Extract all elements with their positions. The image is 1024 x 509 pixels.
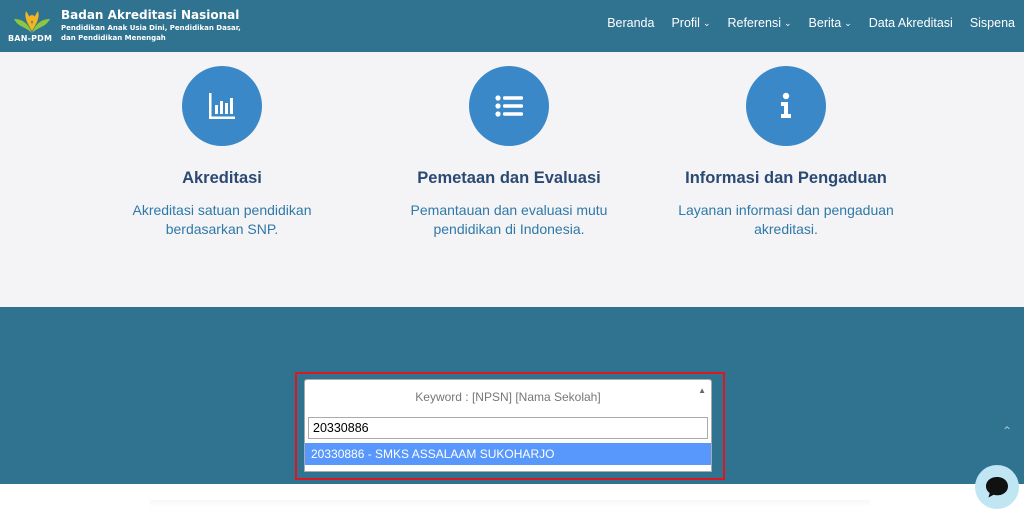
main-nav: Beranda Profil ⌄ Referensi ⌄ Berita ⌄ Data … xyxy=(590,16,1015,30)
content-card-edge xyxy=(150,500,870,508)
feature-description: Layanan informasi dan pengaduan akredita… xyxy=(678,202,894,237)
feature-icon-circle xyxy=(469,66,549,146)
feature-description: Pemantauan dan evaluasi mutu pendidikan … xyxy=(410,202,608,237)
nav-referensi[interactable]: Referensi ⌄ xyxy=(727,16,791,30)
nav-berita[interactable]: Berita ⌄ xyxy=(809,16,852,30)
site-title: Badan Akreditasi Nasional xyxy=(61,8,240,22)
header: BAN-PDM Badan Akreditasi Nasional Pendid… xyxy=(0,0,1024,52)
feature-akreditasi: Akreditasi Akreditasi satuan pendidikan … xyxy=(92,52,352,239)
brand[interactable]: BAN-PDM Badan Akreditasi Nasional Pendid… xyxy=(8,7,258,47)
select-dropdown: 20330886 - SMKS ASSALAAM SUKOHARJO xyxy=(304,413,712,472)
site-subtitle: Pendidikan Anak Usia Dini, Pendidikan Da… xyxy=(61,24,241,42)
features-section: Akreditasi Akreditasi satuan pendidikan … xyxy=(0,52,1024,307)
nav-sispena[interactable]: Sispena xyxy=(970,16,1015,30)
feature-icon-circle xyxy=(746,66,826,146)
feature-informasi: Informasi dan Pengaduan Layanan informas… xyxy=(656,52,916,239)
chevron-down-icon: ⌄ xyxy=(844,18,852,28)
ban-pdm-logo: BAN-PDM xyxy=(8,7,56,47)
search-section: Keyword : [NPSN] [Nama Sekolah] ▲ 203308… xyxy=(0,307,1024,484)
logo-text: BAN-PDM xyxy=(8,34,53,43)
bar-chart-icon xyxy=(209,93,235,119)
feature-description: Akreditasi satuan pendidikan berdasarkan… xyxy=(132,202,312,237)
chevron-down-icon: ⌄ xyxy=(783,18,792,28)
caret-up-icon: ▲ xyxy=(698,386,706,395)
search-input[interactable] xyxy=(308,417,708,439)
scroll-to-top-icon[interactable]: ⌃ xyxy=(1002,424,1012,438)
feature-title: Informasi dan Pengaduan xyxy=(685,169,887,187)
school-search-select[interactable]: Keyword : [NPSN] [Nama Sekolah] ▲ xyxy=(304,379,712,414)
feature-pemetaan: Pemetaan dan Evaluasi Pemantauan dan eva… xyxy=(379,52,639,239)
chat-button[interactable] xyxy=(975,465,1019,509)
nav-beranda[interactable]: Beranda xyxy=(607,16,654,30)
search-result-option[interactable]: 20330886 - SMKS ASSALAAM SUKOHARJO xyxy=(305,443,711,465)
feature-icon-circle xyxy=(182,66,262,146)
chat-icon xyxy=(986,477,1008,498)
nav-profil[interactable]: Profil ⌄ xyxy=(671,16,710,30)
select-placeholder: Keyword : [NPSN] [Nama Sekolah] xyxy=(415,390,601,404)
nav-data-akreditasi[interactable]: Data Akreditasi xyxy=(869,16,953,30)
chevron-down-icon: ⌄ xyxy=(702,18,711,28)
list-icon xyxy=(495,95,523,117)
info-icon xyxy=(781,92,791,118)
feature-title: Akreditasi xyxy=(182,169,262,187)
feature-title: Pemetaan dan Evaluasi xyxy=(417,169,601,187)
